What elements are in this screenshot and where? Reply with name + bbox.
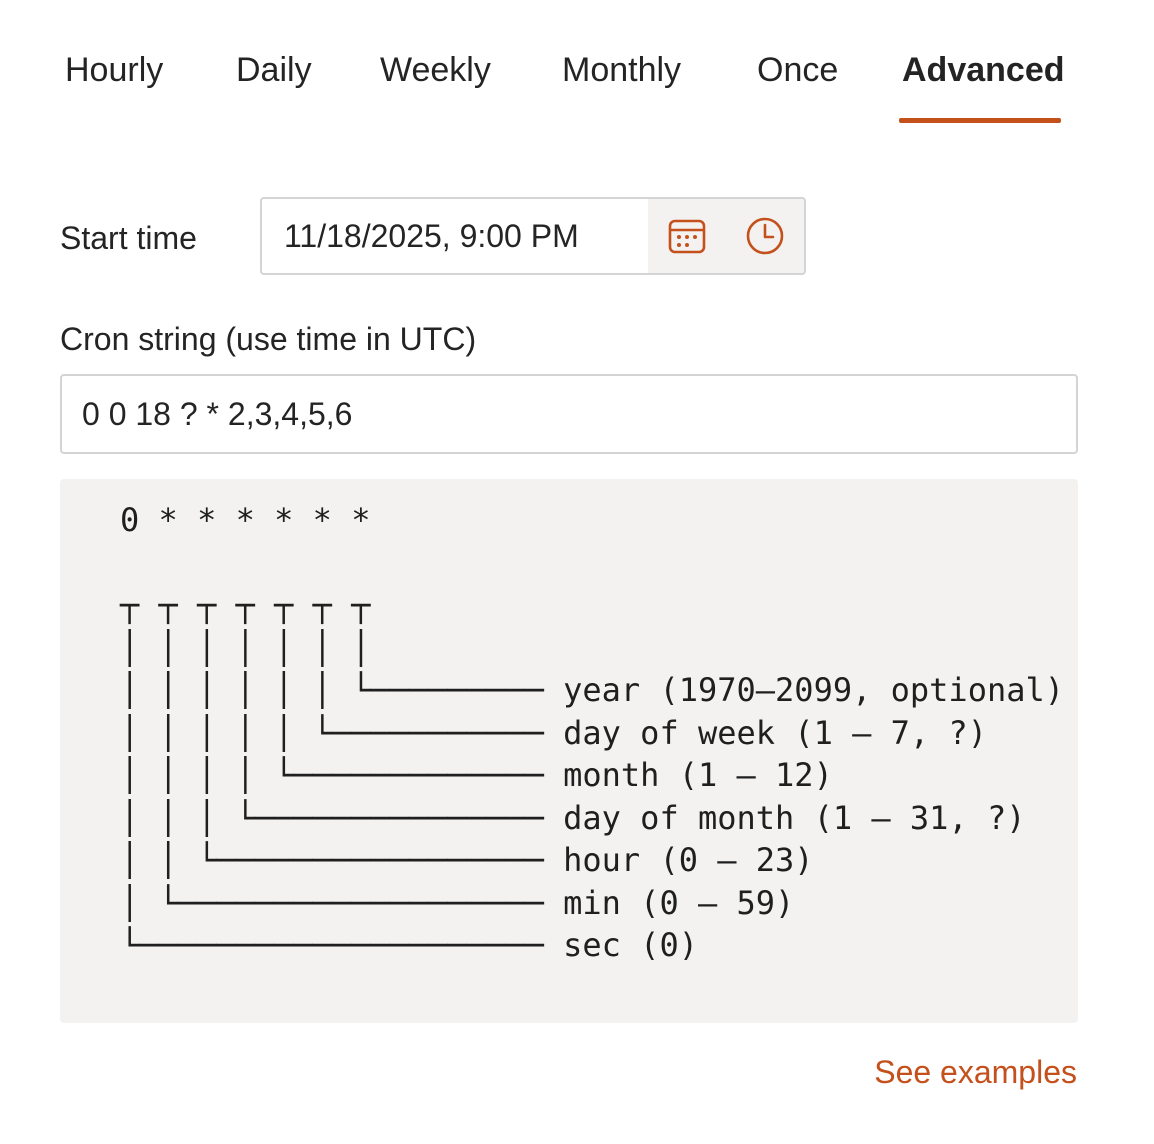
start-time-buttons xyxy=(648,199,804,273)
tab-hourly[interactable]: Hourly xyxy=(65,48,163,92)
start-time-picker xyxy=(260,197,806,275)
see-examples-link[interactable]: See examples xyxy=(874,1054,1077,1091)
tab-advanced[interactable]: Advanced xyxy=(902,48,1065,92)
start-time-input[interactable] xyxy=(262,199,648,273)
tab-weekly[interactable]: Weekly xyxy=(380,48,491,92)
tab-daily[interactable]: Daily xyxy=(236,48,312,92)
schedule-tabs: Hourly Daily Weekly Monthly Once Advance… xyxy=(0,0,1154,130)
cron-format-diagram: 0 * * * * * * ┬ ┬ ┬ ┬ ┬ ┬ ┬ │ │ │ │ │ │ … xyxy=(120,501,1065,964)
active-tab-indicator xyxy=(899,118,1061,123)
calendar-icon[interactable] xyxy=(657,206,717,266)
start-time-label: Start time xyxy=(60,220,197,256)
tab-monthly[interactable]: Monthly xyxy=(562,48,681,92)
tab-once[interactable]: Once xyxy=(757,48,838,92)
cron-string-label: Cron string (use time in UTC) xyxy=(60,321,477,357)
cron-help-panel: 0 * * * * * * ┬ ┬ ┬ ┬ ┬ ┬ ┬ │ │ │ │ │ │ … xyxy=(60,479,1078,1023)
clock-icon[interactable] xyxy=(735,206,795,266)
cron-string-input[interactable] xyxy=(60,374,1078,454)
